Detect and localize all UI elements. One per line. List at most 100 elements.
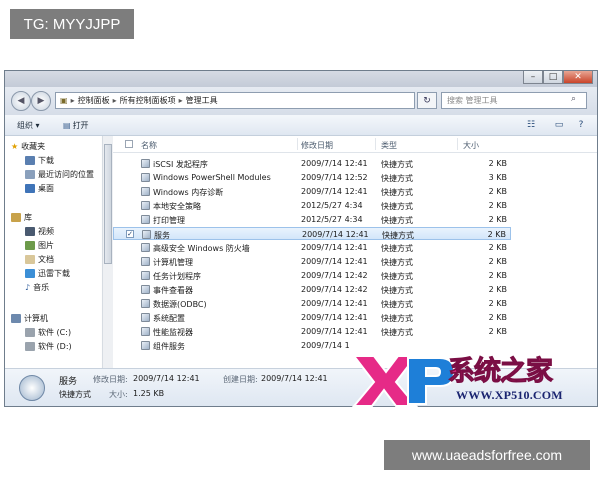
- column-name[interactable]: 名称: [141, 140, 157, 151]
- file-row[interactable]: 打印管理 2012/5/27 4:34 快捷方式 2 KB: [113, 213, 511, 226]
- shortcut-icon: [141, 285, 150, 294]
- breadcrumb-control-panel[interactable]: 控制面板: [78, 95, 110, 106]
- column-divider[interactable]: [375, 138, 376, 150]
- view-options-icon[interactable]: ☷: [523, 118, 539, 132]
- nav-videos[interactable]: 视频: [25, 226, 54, 237]
- refresh-icon[interactable]: ↻: [417, 92, 437, 109]
- nav-pictures[interactable]: 图片: [25, 240, 54, 251]
- nav-computer[interactable]: 计算机: [11, 313, 48, 324]
- column-divider[interactable]: [457, 138, 458, 150]
- nav-label: 库: [24, 213, 32, 222]
- close-icon[interactable]: ✕: [563, 71, 593, 84]
- nav-drive-c[interactable]: 软件 (C:): [25, 327, 71, 338]
- file-row[interactable]: 高级安全 Windows 防火墙 2009/7/14 12:41 快捷方式 2 …: [113, 241, 511, 254]
- file-type: 快捷方式: [381, 258, 413, 267]
- row-checkbox[interactable]: ✓: [126, 230, 134, 238]
- file-row-selected[interactable]: ✓ 服务 2009/7/14 12:41 快捷方式 2 KB: [113, 227, 511, 240]
- file-name: Windows PowerShell Modules: [153, 173, 271, 182]
- star-icon: ★: [11, 142, 19, 151]
- file-row[interactable]: 任务计划程序 2009/7/14 12:42 快捷方式 2 KB: [113, 269, 511, 282]
- drive-icon: [25, 328, 35, 337]
- column-modified[interactable]: 修改日期: [301, 140, 333, 151]
- title-bar: – □ ✕: [5, 71, 597, 87]
- file-row[interactable]: Windows 内存诊断 2009/7/14 12:41 快捷方式 2 KB: [113, 185, 511, 198]
- breadcrumb-all-items[interactable]: 所有控制面板项: [120, 95, 176, 106]
- nav-recent[interactable]: 最近访问的位置: [25, 169, 94, 180]
- forward-icon[interactable]: ▶: [31, 91, 51, 111]
- preview-pane-icon[interactable]: ▭: [551, 118, 567, 132]
- file-row[interactable]: 事件查看器 2009/7/14 12:42 快捷方式 2 KB: [113, 283, 511, 296]
- file-size: 2 KB: [488, 215, 507, 224]
- file-name: 计算机管理: [153, 258, 193, 267]
- file-row[interactable]: Windows PowerShell Modules 2009/7/14 12:…: [113, 171, 511, 184]
- search-icon[interactable]: ⌕: [571, 94, 576, 104]
- file-date: 2009/7/14 12:41: [301, 159, 368, 168]
- file-type: 快捷方式: [381, 174, 413, 183]
- column-size[interactable]: 大小: [463, 140, 479, 151]
- file-type: 快捷方式: [381, 300, 413, 309]
- nav-favorites[interactable]: ★ 收藏夹: [11, 141, 45, 152]
- desktop-icon: [25, 184, 35, 193]
- file-size: 2 KB: [488, 271, 507, 280]
- file-date: 2009/7/14 12:41: [301, 257, 368, 266]
- file-name: 组件服务: [153, 342, 185, 351]
- xunlei-icon: [25, 269, 35, 278]
- nav-label: 软件 (C:): [38, 328, 72, 337]
- nav-scrollbar[interactable]: [102, 136, 113, 368]
- nav-drive-d[interactable]: 软件 (D:): [25, 341, 72, 352]
- file-row[interactable]: 数据源(ODBC) 2009/7/14 12:41 快捷方式 2 KB: [113, 297, 511, 310]
- nav-label: 下载: [38, 156, 54, 165]
- shortcut-icon: [141, 187, 150, 196]
- address-field[interactable]: ▣ ▸ 控制面板 ▸ 所有控制面板项 ▸ 管理工具: [55, 92, 415, 109]
- recent-places-icon: [25, 170, 35, 179]
- shortcut-icon: [141, 243, 150, 252]
- nav-documents[interactable]: 文档: [25, 254, 54, 265]
- file-row[interactable]: 系统配置 2009/7/14 12:41 快捷方式 2 KB: [113, 311, 511, 324]
- file-name: 性能监视器: [153, 328, 193, 337]
- scrollbar-thumb[interactable]: [104, 144, 112, 264]
- maximize-icon[interactable]: □: [543, 71, 563, 84]
- file-type: 快捷方式: [381, 160, 413, 169]
- nav-xunlei[interactable]: 迅雷下载: [25, 268, 70, 279]
- open-button[interactable]: ▤ 打开: [63, 120, 89, 131]
- breadcrumb-admin-tools[interactable]: 管理工具: [186, 95, 218, 106]
- file-size: 2 KB: [488, 285, 507, 294]
- minimize-icon[interactable]: –: [523, 71, 543, 84]
- nav-label: 视频: [38, 227, 54, 236]
- file-date: 2009/7/14 1: [301, 341, 350, 350]
- search-input[interactable]: [441, 92, 587, 109]
- nav-label: 桌面: [38, 184, 54, 193]
- nav-label: 最近访问的位置: [38, 170, 94, 179]
- file-type: 快捷方式: [381, 272, 413, 281]
- nav-music[interactable]: ♪ 音乐: [25, 282, 49, 293]
- file-date: 2009/7/14 12:52: [301, 173, 368, 182]
- details-modified-label: 修改日期:: [93, 375, 128, 384]
- select-all-checkbox[interactable]: [125, 140, 133, 148]
- nav-libraries[interactable]: 库: [11, 212, 32, 223]
- details-name: 服务: [59, 377, 78, 387]
- breadcrumb-separator-icon: ▸: [112, 96, 117, 105]
- nav-downloads[interactable]: 下载: [25, 155, 54, 166]
- back-icon[interactable]: ◀: [11, 91, 31, 111]
- library-icon: [11, 213, 21, 222]
- file-date: 2009/7/14 12:42: [301, 285, 368, 294]
- help-icon[interactable]: ?: [573, 118, 589, 132]
- column-divider[interactable]: [297, 138, 298, 150]
- file-type: 快捷方式: [381, 314, 413, 323]
- file-row[interactable]: 性能监视器 2009/7/14 12:41 快捷方式 2 KB: [113, 325, 511, 338]
- organize-label: 组织 ▾: [17, 121, 40, 130]
- column-type[interactable]: 类型: [381, 140, 397, 151]
- file-row[interactable]: 本地安全策略 2012/5/27 4:34 快捷方式 2 KB: [113, 199, 511, 212]
- nav-desktop[interactable]: 桌面: [25, 183, 54, 194]
- file-row[interactable]: iSCSI 发起程序 2009/7/14 12:41 快捷方式 2 KB: [113, 157, 511, 170]
- file-date: 2009/7/14 12:42: [301, 271, 368, 280]
- drive-icon: [25, 342, 35, 351]
- file-row[interactable]: 计算机管理 2009/7/14 12:41 快捷方式 2 KB: [113, 255, 511, 268]
- file-date: 2012/5/27 4:34: [301, 201, 363, 210]
- details-created-label: 创建日期:: [223, 375, 258, 384]
- file-size: 3 KB: [488, 173, 507, 182]
- organize-button[interactable]: 组织 ▾: [17, 120, 40, 131]
- file-name: 任务计划程序: [153, 272, 201, 281]
- watermark-bottom-right: www.uaeadsforfree.com: [384, 440, 590, 470]
- file-name: 本地安全策略: [153, 202, 201, 211]
